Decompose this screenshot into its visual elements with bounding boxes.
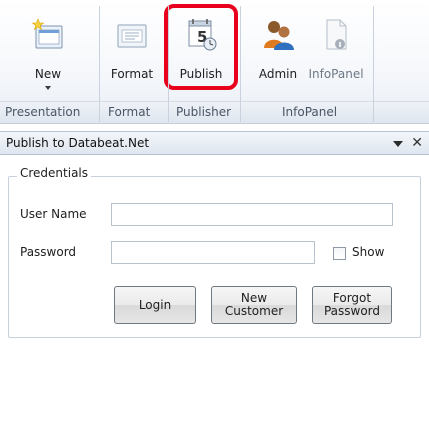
new-dropdown-arrow-icon[interactable] <box>45 86 51 90</box>
forgot-password-label-line2: Password <box>323 304 381 318</box>
new-presentation-icon <box>31 18 63 49</box>
ribbon-separator <box>99 6 100 122</box>
ribbon-separator <box>373 6 374 122</box>
show-password-label: Show <box>352 245 385 259</box>
credentials-legend: Credentials <box>17 166 92 180</box>
pane-menu-dropdown-icon[interactable] <box>391 137 405 151</box>
format-icon <box>117 24 147 48</box>
pane-title: Publish to Databeat.Net <box>6 136 150 150</box>
password-label: Password <box>20 245 77 259</box>
new-customer-label-line2: Customer <box>224 304 284 318</box>
ribbon-separator <box>168 6 169 122</box>
infopanel-button-label: InfoPanel <box>308 67 364 81</box>
group-label-format: Format <box>108 105 151 119</box>
publish-highlight-outline <box>164 4 238 90</box>
new-button[interactable]: New <box>22 4 74 94</box>
format-button-label: Format <box>110 67 154 81</box>
group-label-publisher: Publisher <box>176 105 232 119</box>
ribbon-separator <box>240 6 241 122</box>
new-button-label: New <box>34 67 62 81</box>
pane-header: Publish to Databeat.Net ✕ <box>0 131 429 155</box>
close-icon[interactable]: ✕ <box>411 135 423 151</box>
group-label-presentation: Presentation <box>5 105 81 119</box>
username-field[interactable] <box>111 203 393 226</box>
login-button-label: Login <box>138 297 172 312</box>
admin-users-icon <box>264 21 294 50</box>
group-label-infopanel: InfoPanel <box>282 105 338 119</box>
username-label: User Name <box>20 207 87 221</box>
new-customer-button[interactable]: New Customer <box>211 286 297 324</box>
show-password-checkbox[interactable] <box>333 247 346 260</box>
format-button[interactable]: Format <box>106 4 158 94</box>
admin-button-label: Admin <box>258 67 298 81</box>
ribbon-group-bar: Presentation Format Publisher InfoPanel <box>0 101 429 123</box>
infopanel-button[interactable]: InfoPanel <box>306 4 366 94</box>
login-button[interactable]: Login <box>114 286 196 324</box>
ribbon: New Format 5 Publish Admin InfoPanel Pre… <box>0 0 429 124</box>
password-field[interactable] <box>111 241 315 264</box>
admin-button[interactable]: Admin <box>252 4 304 94</box>
forgot-password-button[interactable]: Forgot Password <box>312 286 392 324</box>
info-panel-icon <box>326 19 347 50</box>
